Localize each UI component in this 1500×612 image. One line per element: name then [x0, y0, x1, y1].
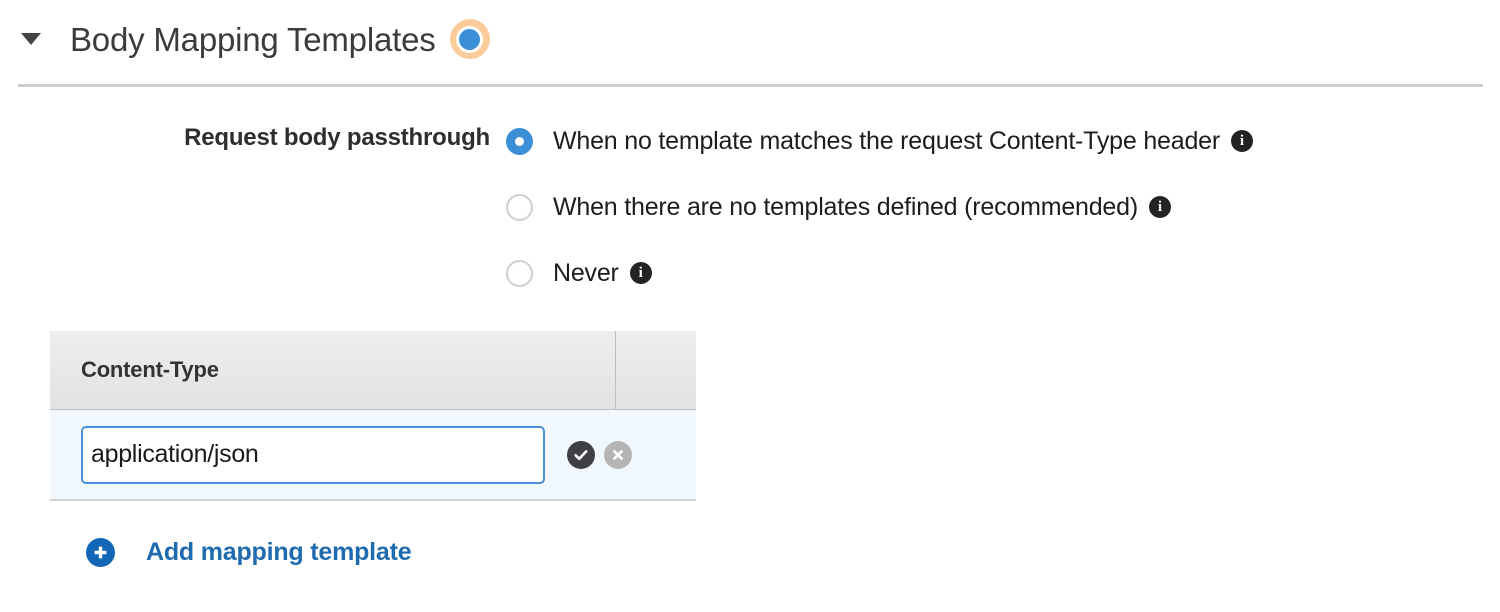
radio-option-when-no-template-matches[interactable]: When no template matches the request Con… — [506, 122, 1253, 160]
table-header-row: Content-Type — [50, 331, 696, 410]
info-icon[interactable]: i — [1148, 196, 1171, 218]
info-icon[interactable]: i — [629, 262, 652, 284]
status-dot-icon — [449, 19, 490, 59]
status-dot-core — [459, 28, 481, 50]
radio-label: When there are no templates defined (rec… — [553, 192, 1138, 221]
table-row — [50, 410, 696, 501]
passthrough-label: Request body passthrough — [184, 124, 490, 151]
column-header-content-type: Content-Type — [81, 357, 219, 382]
content-type-input[interactable] — [81, 425, 545, 484]
radio-option-when-no-templates-defined[interactable]: When there are no templates defined (rec… — [506, 188, 1253, 226]
add-mapping-template-button[interactable]: Add mapping template — [86, 538, 412, 567]
header-divider — [18, 84, 1483, 87]
radio-option-never[interactable]: Never i — [506, 254, 1253, 292]
section-header: Body Mapping Templates — [0, 8, 1500, 70]
add-mapping-template-label: Add mapping template — [146, 538, 412, 566]
caret-down-glyph — [21, 33, 41, 45]
check-circle-icon[interactable] — [567, 440, 595, 469]
status-dot-ring — [456, 25, 484, 53]
mapping-templates-table: Content-Type — [50, 331, 696, 501]
radio-label: When no template matches the request Con… — [553, 126, 1220, 155]
plus-circle-icon[interactable] — [86, 538, 115, 567]
passthrough-radio-group: When no template matches the request Con… — [506, 122, 1253, 320]
radio-label: Never — [553, 258, 619, 287]
caret-down-icon[interactable] — [18, 26, 44, 52]
x-circle-icon[interactable] — [604, 440, 632, 469]
radio-knob — [515, 136, 524, 146]
radio-input-selected[interactable] — [506, 127, 533, 155]
radio-input-unselected[interactable] — [506, 193, 533, 221]
page-title: Body Mapping Templates — [70, 20, 436, 58]
column-divider — [615, 331, 616, 409]
radio-input-unselected[interactable] — [506, 259, 533, 287]
info-icon[interactable]: i — [1230, 130, 1253, 152]
